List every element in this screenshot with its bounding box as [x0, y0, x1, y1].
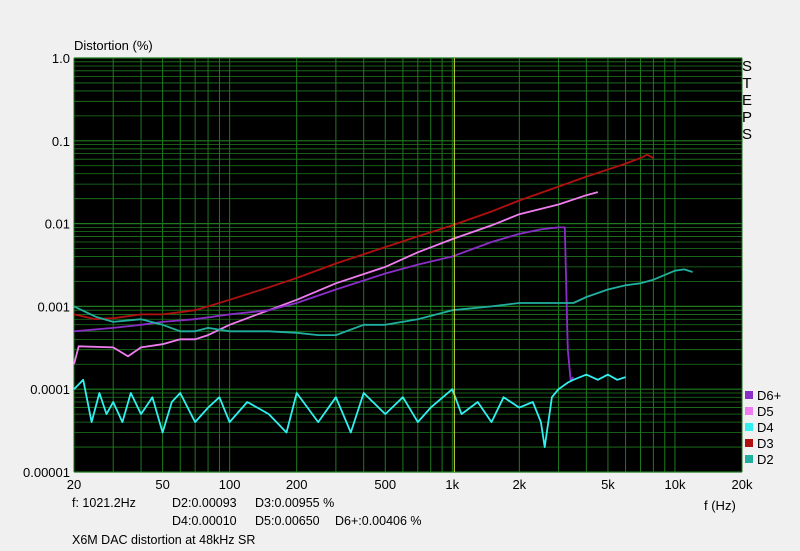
steps-letter: P [741, 109, 752, 126]
d6-readout: D6+:0.00406 % [335, 514, 422, 528]
y-axis-label: Distortion (%) [74, 38, 153, 53]
y-tick-label: 0.0001 [30, 382, 70, 397]
d2-readout: D2:0.00093 [172, 496, 237, 510]
x-axis-label: f (Hz) [704, 498, 736, 513]
x-tick-labels: 20 50 100 200 500 1k 2k 5k 10k 20k [67, 477, 753, 492]
steps-letter: E [741, 92, 752, 109]
x-tick-label: 50 [155, 477, 169, 492]
steps-letter: S [741, 126, 752, 143]
legend-item[interactable]: D2 [745, 451, 781, 467]
legend-swatch [745, 455, 753, 463]
legend-swatch [745, 391, 753, 399]
x-tick-label: 1k [445, 477, 459, 492]
y-tick-label: 0.01 [45, 217, 70, 232]
y-tick-label: 0.1 [52, 134, 70, 149]
distortion-chart: 1.0 0.1 0.01 0.001 0.0001 0.00001 20 50 100 200 5… [23, 38, 753, 513]
chart-caption: X6M DAC distortion at 48kHz SR [72, 533, 256, 547]
d5-readout: D5:0.00650 [255, 514, 320, 528]
d3-readout: D3:0.00955 % [255, 496, 335, 510]
legend-item[interactable]: D3 [745, 435, 781, 451]
legend-label: D3 [757, 435, 774, 451]
y-tick-label: 1.0 [52, 51, 70, 66]
legend: D6+ D5 D4 D3 D2 [745, 387, 781, 467]
legend-swatch [745, 439, 753, 447]
legend-label: D6+ [757, 387, 782, 403]
legend-swatch [745, 407, 753, 415]
legend-label: D5 [757, 403, 774, 419]
y-tick-label: 0.00001 [23, 465, 70, 480]
x-tick-label: 200 [286, 477, 308, 492]
x-tick-label: 2k [512, 477, 526, 492]
d4-readout: D4:0.00010 [172, 514, 237, 528]
legend-label: D4 [757, 419, 774, 435]
steps-letter: S [741, 58, 752, 75]
steps-letter: T [742, 75, 752, 92]
legend-item[interactable]: D4 [745, 419, 781, 435]
legend-label: D2 [757, 451, 774, 467]
steps-label: S T E P S [740, 58, 754, 143]
x-tick-label: 10k [664, 477, 685, 492]
x-tick-label: 100 [219, 477, 241, 492]
cursor-frequency-readout: f: 1021.2Hz [72, 496, 136, 510]
x-tick-label: 20k [732, 477, 753, 492]
x-tick-label: 5k [601, 477, 615, 492]
plot-area [74, 58, 742, 472]
y-tick-label: 0.001 [37, 299, 70, 314]
legend-item[interactable]: D5 [745, 403, 781, 419]
legend-item[interactable]: D6+ [745, 387, 781, 403]
legend-swatch [745, 423, 753, 431]
x-tick-label: 500 [374, 477, 396, 492]
y-tick-labels: 1.0 0.1 0.01 0.001 0.0001 0.00001 [23, 51, 70, 480]
x-tick-label: 20 [67, 477, 81, 492]
